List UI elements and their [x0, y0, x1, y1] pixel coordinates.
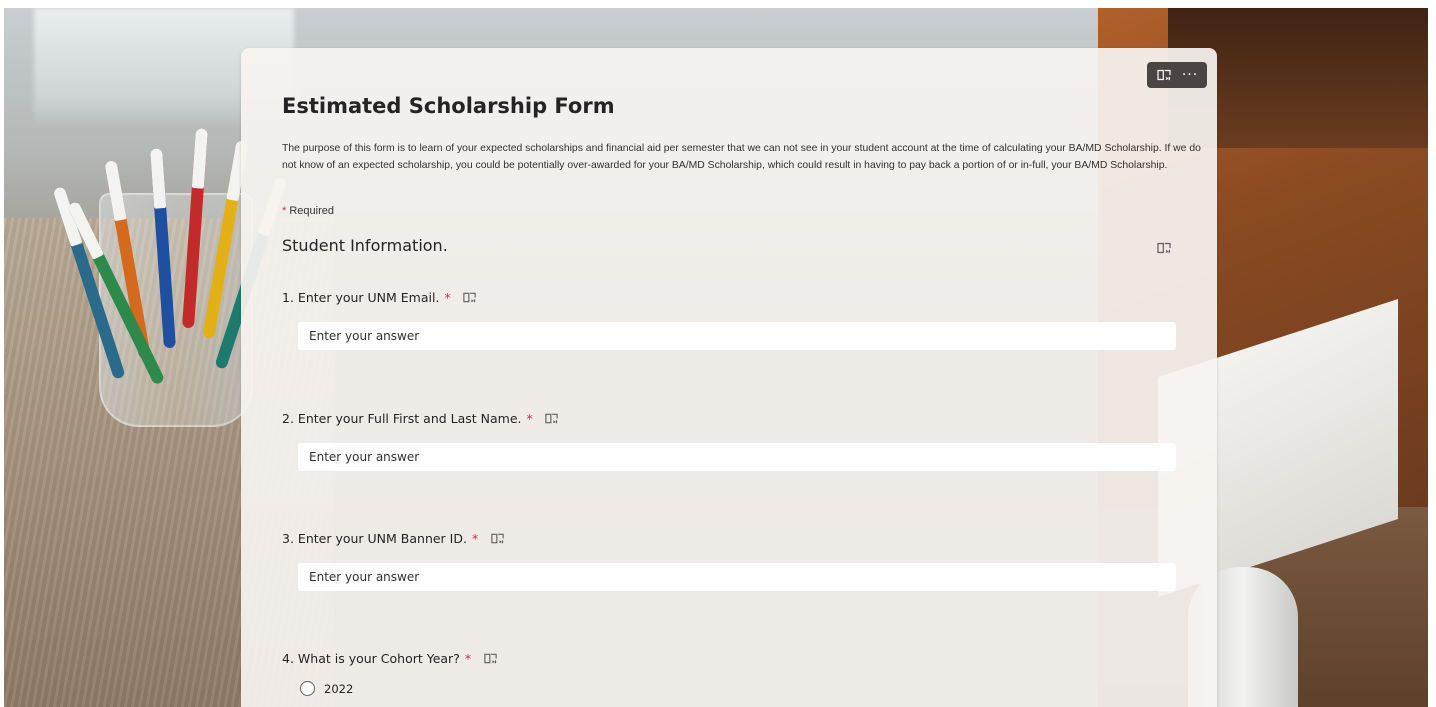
cohort-option-2022[interactable]: 2022: [300, 681, 1177, 696]
immersive-reader-icon[interactable]: [481, 649, 499, 667]
required-star: *: [526, 410, 533, 426]
required-star: *: [464, 650, 472, 666]
radio-option-label: 2022: [324, 681, 354, 696]
card-toolbar: ···: [1147, 62, 1207, 88]
question-text: Enter your Full First and Last Name.: [297, 410, 522, 426]
question-3: 3. Enter your UNM Banner ID. *: [282, 528, 1177, 591]
question-label: 3. Enter your UNM Banner ID. *: [282, 528, 1177, 548]
question-label: 4. What is your Cohort Year? *: [282, 648, 1177, 668]
full-name-field[interactable]: [298, 443, 1176, 471]
question-number: 4.: [282, 650, 294, 666]
question-2: 2. Enter your Full First and Last Name. …: [282, 408, 1177, 471]
radio-button[interactable]: [300, 681, 315, 696]
form-card: ··· Estimated Scholarship Form The purpo…: [241, 48, 1217, 707]
form-description: The purpose of this form is to learn of …: [282, 143, 1201, 171]
question-text: What is your Cohort Year?: [297, 650, 460, 666]
more-options-icon[interactable]: ···: [1181, 66, 1199, 84]
required-star: *: [471, 530, 479, 546]
question-number: 1.: [282, 289, 294, 305]
section-title: Student Information.: [282, 236, 448, 255]
immersive-reader-icon[interactable]: [488, 529, 506, 547]
immersive-reader-icon[interactable]: [1155, 239, 1173, 257]
question-text: Enter your UNM Email.: [297, 289, 440, 305]
immersive-reader-icon[interactable]: [543, 409, 561, 427]
required-text: Required: [289, 205, 334, 217]
question-label: 2. Enter your Full First and Last Name. …: [282, 408, 1177, 428]
question-number: 3.: [282, 530, 294, 546]
question-1: 1. Enter your UNM Email. *: [282, 287, 1177, 350]
required-note: * Required: [282, 205, 334, 217]
required-star: *: [282, 205, 287, 217]
required-star: *: [444, 289, 451, 305]
banner-id-field[interactable]: [298, 563, 1176, 591]
question-label: 1. Enter your UNM Email. *: [282, 287, 1177, 307]
page: ··· Estimated Scholarship Form The purpo…: [0, 0, 1436, 707]
question-4: 4. What is your Cohort Year? * 2022: [282, 648, 1177, 696]
question-number: 2.: [282, 410, 294, 426]
immersive-reader-icon[interactable]: [1155, 66, 1173, 84]
immersive-reader-icon[interactable]: [461, 288, 479, 306]
email-field[interactable]: [298, 322, 1176, 350]
form-title: Estimated Scholarship Form: [282, 94, 615, 118]
question-text: Enter your UNM Banner ID.: [297, 530, 467, 546]
